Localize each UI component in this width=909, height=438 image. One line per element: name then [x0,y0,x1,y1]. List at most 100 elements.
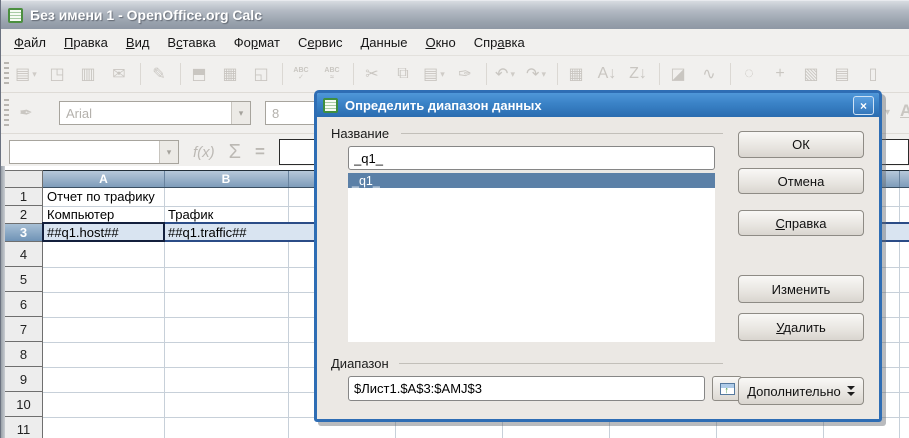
undo-icon[interactable]: ↶▾ [493,62,517,86]
cell-B2[interactable]: Трафик [168,207,213,222]
new-document-icon[interactable]: ▤▾ [14,62,38,86]
paste-icon[interactable]: ▤▾ [422,62,446,86]
document-as-email-icon[interactable]: ✉ [107,62,131,86]
sort-descending-icon[interactable]: Z↓ [626,62,650,86]
format-paintbrush-icon[interactable]: ✑ [453,62,477,86]
hyperlink-icon-glyph: ▦ [568,64,583,84]
help-button[interactable]: Справка [738,210,864,236]
ok-button[interactable]: ОК [738,131,864,158]
redo-icon[interactable]: ↷▾ [524,62,548,86]
menu-item-Справка[interactable]: Справка [465,32,534,53]
dropdown-arrow-icon[interactable]: ▾ [510,69,515,80]
range-name-list[interactable]: _q1_ [348,173,715,342]
close-icon[interactable]: × [853,96,874,115]
menu-item-Данные[interactable]: Данные [351,32,416,53]
draw-functions-icon[interactable]: ∿ [697,62,721,86]
cell-A2[interactable]: Компьютер [47,207,114,222]
cut-icon[interactable]: ✂ [360,62,384,86]
cell-A3[interactable]: ##q1.host## [47,225,119,240]
chevron-down-icon[interactable]: ▾ [159,141,178,163]
menu-item-Окно[interactable]: Окно [416,32,464,53]
sort-ascending-icon-glyph: A↓ [598,65,617,83]
row-header-7[interactable]: 7 [5,317,43,342]
data-sources-icon[interactable]: ▤ [830,62,854,86]
save-icon[interactable]: ▥ [76,62,100,86]
row-header-2[interactable]: 2 [5,206,43,224]
window-title: Без имени 1 - OpenOffice.org Calc [30,7,262,23]
export-pdf-icon[interactable]: ⬒ [187,62,211,86]
menu-item-Формат[interactable]: Формат [225,32,289,53]
row-header-9[interactable]: 9 [5,367,43,392]
toolbar-grip[interactable] [4,99,9,127]
find-replace-icon[interactable]: ◌ [737,62,761,86]
print-icon[interactable]: ▦ [218,62,242,86]
function-wizard-icon[interactable]: f(x) [193,144,215,161]
calc-app-icon [8,8,23,23]
name-box[interactable]: ▾ [9,140,179,164]
menu-item-Правка[interactable]: Правка [55,32,117,53]
row-header-3[interactable]: 3 [5,224,43,242]
print-icon-glyph: ▦ [222,64,237,84]
menu-item-Сервис[interactable]: Сервис [289,32,352,53]
font-name-combo[interactable]: Arial ▾ [59,101,251,125]
paint-can-icon[interactable]: ✒ [14,101,38,125]
row-header-4[interactable]: 4 [5,242,43,267]
undo-icon-glyph: ↶ [495,64,508,84]
row-header-5[interactable]: 5 [5,267,43,292]
modify-button[interactable]: Изменить [738,275,864,303]
edit-file-icon[interactable]: ✎ [147,62,171,86]
column-header-B[interactable]: B [164,172,288,186]
sort-descending-icon-glyph: Z↓ [629,65,647,83]
dropdown-arrow-icon[interactable]: ▾ [440,69,445,80]
gallery-icon[interactable]: ▧ [799,62,823,86]
equals-icon[interactable]: = [255,142,265,162]
toolbar-grip[interactable] [4,62,9,86]
select-all-corner[interactable] [5,170,43,188]
delete-button[interactable]: Удалить [738,313,864,341]
insert-chart-icon[interactable]: ◪ [666,62,690,86]
font-name-value: Arial [60,106,231,121]
font-size-combo[interactable]: 8 [265,101,317,125]
menu-item-Вставка[interactable]: Вставка [158,32,224,53]
delete-button-label: Удалить [776,320,826,335]
dropdown-arrow-icon[interactable]: ▾ [541,69,546,80]
column-header-A[interactable]: A [43,172,164,186]
gallery-icon-glyph: ▧ [803,64,818,84]
menu-item-Файл[interactable]: Файл [5,32,55,53]
copy-icon-glyph: ⧉ [397,65,408,83]
sum-icon[interactable]: Σ [229,141,241,164]
row-header-1[interactable]: 1 [5,188,43,206]
page-preview-icon[interactable]: ◱ [249,62,273,86]
sort-ascending-icon[interactable]: A↓ [595,62,619,86]
cell-A1[interactable]: Отчет по трафику [47,189,155,204]
cancel-button-label: Отмена [778,174,825,189]
spellcheck-icon[interactable]: ABC✓ [289,62,313,86]
more-button[interactable]: Дополнительно [738,377,864,405]
navigator-icon[interactable]: + [768,62,792,86]
range-name-input[interactable] [348,146,715,170]
dropdown-arrow-icon[interactable]: ▾ [32,69,37,80]
row-header-10[interactable]: 10 [5,392,43,417]
menu-item-Вид[interactable]: Вид [117,32,159,53]
zoom-icon[interactable]: ▯ [861,62,885,86]
autospellcheck-icon[interactable]: ABC≈ [320,62,344,86]
cell-B3[interactable]: ##q1.traffic## [168,225,247,240]
row-header-8[interactable]: 8 [5,342,43,367]
hyperlink-icon[interactable]: ▦ [564,62,588,86]
standard-toolbar: ▤▾◳▥✉✎⬒▦◱ABC✓ABC≈✂⧉▤▾✑↶▾↷▾▦A↓Z↓◪∿◌+▧▤▯ [1,56,909,93]
group-divider [401,133,723,134]
font-size-value: 8 [266,106,316,121]
toolbar-separator [180,63,181,85]
chevron-down-icon[interactable]: ▾ [885,107,890,118]
cancel-button[interactable]: Отмена [738,168,864,194]
export-pdf-icon-glyph: ⬒ [191,64,206,84]
copy-icon[interactable]: ⧉ [391,62,415,86]
row-header-6[interactable]: 6 [5,292,43,317]
row-header-11[interactable]: 11 [5,417,43,438]
chevron-down-icon[interactable]: ▾ [231,102,250,124]
open-icon[interactable]: ◳ [45,62,69,86]
dialog-title-bar: Определить диапазон данных [317,93,879,117]
range-reference-input[interactable] [348,376,705,401]
name-list-item[interactable]: _q1_ [348,173,715,188]
bold-icon[interactable]: A [900,101,909,121]
